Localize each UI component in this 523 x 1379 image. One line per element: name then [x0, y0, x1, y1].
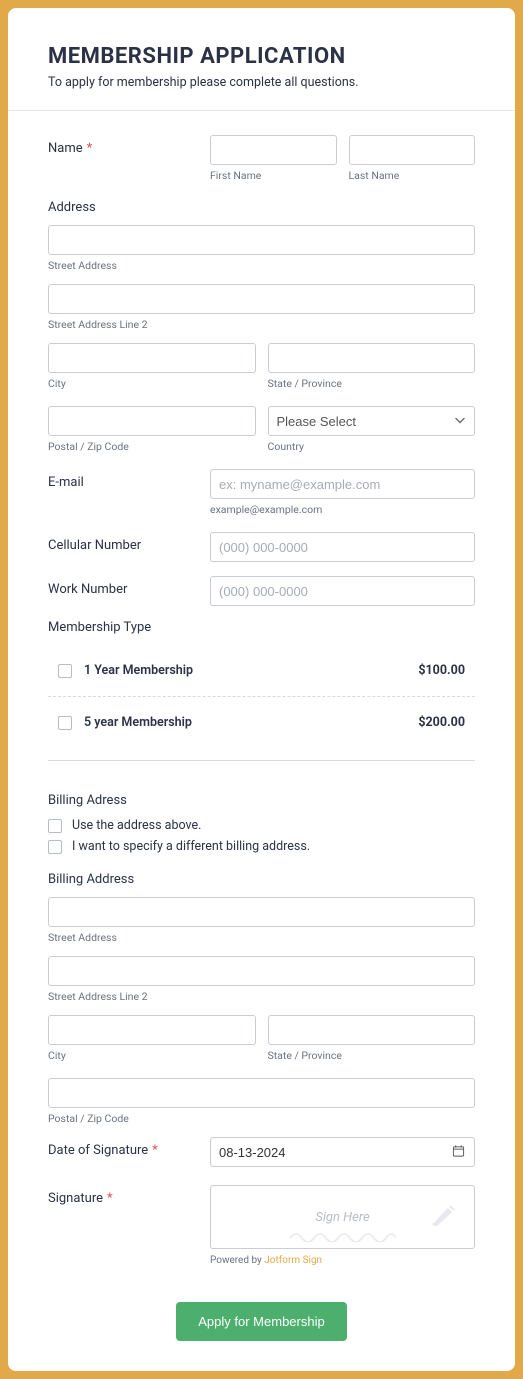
option-label: 1 Year Membership [84, 663, 193, 678]
state-sublabel: State / Province [268, 377, 476, 390]
city-sublabel: City [48, 377, 256, 390]
divider [48, 760, 475, 761]
work-label: Work Number [48, 576, 210, 606]
street-sublabel: Street Address [48, 259, 475, 272]
street2-sublabel: Street Address Line 2 [48, 318, 475, 331]
billing-postal-input[interactable] [48, 1078, 475, 1108]
squiggle-icon [288, 1228, 398, 1242]
cellular-input[interactable] [210, 532, 475, 562]
email-sublabel: example@example.com [210, 503, 475, 516]
checkbox-icon[interactable] [58, 716, 72, 730]
billing-postal-sublabel: Postal / Zip Code [48, 1112, 475, 1125]
state-input[interactable] [268, 343, 476, 373]
apply-button[interactable]: Apply for Membership [176, 1302, 346, 1341]
page-subtitle: To apply for membership please complete … [48, 75, 475, 90]
first-name-sublabel: First Name [210, 169, 337, 182]
address-label: Address [48, 200, 475, 215]
membership-type-label: Membership Type [48, 620, 475, 635]
billing-use-above[interactable]: Use the address above. [48, 818, 475, 833]
last-name-sublabel: Last Name [349, 169, 476, 182]
billing-choice-label: Billing Adress [48, 793, 475, 808]
billing-specify-different[interactable]: I want to specify a different billing ad… [48, 839, 475, 854]
signature-placeholder: Sign Here [315, 1210, 369, 1225]
pen-icon [430, 1204, 456, 1230]
work-input[interactable] [210, 576, 475, 606]
email-label: E-mail [48, 469, 210, 528]
checkbox-label: I want to specify a different billing ad… [72, 839, 310, 854]
checkbox-icon[interactable] [58, 664, 72, 678]
billing-city-sublabel: City [48, 1049, 256, 1062]
option-price: $200.00 [418, 715, 465, 730]
postal-sublabel: Postal / Zip Code [48, 440, 256, 453]
billing-street-input[interactable] [48, 897, 475, 927]
membership-option[interactable]: 5 year Membership $200.00 [48, 697, 475, 748]
membership-option[interactable]: 1 Year Membership $100.00 [48, 645, 475, 696]
cellular-label: Cellular Number [48, 532, 210, 562]
street-input[interactable] [48, 225, 475, 255]
checkbox-label: Use the address above. [72, 818, 201, 833]
billing-street2-sublabel: Street Address Line 2 [48, 990, 475, 1003]
option-price: $100.00 [418, 663, 465, 678]
billing-city-input[interactable] [48, 1015, 256, 1045]
postal-input[interactable] [48, 406, 256, 436]
name-label: Name [48, 141, 83, 156]
country-sublabel: Country [268, 440, 476, 453]
signature-pad[interactable]: Sign Here [210, 1185, 475, 1249]
email-input[interactable] [210, 469, 475, 499]
required-asterisk: * [152, 1143, 158, 1158]
first-name-input[interactable] [210, 135, 337, 165]
page-title: MEMBERSHIP APPLICATION [48, 44, 475, 69]
date-label: Date of Signature [48, 1143, 148, 1158]
date-input[interactable] [210, 1137, 475, 1167]
billing-state-sublabel: State / Province [268, 1049, 476, 1062]
checkbox-icon[interactable] [48, 840, 62, 854]
required-asterisk: * [87, 141, 93, 156]
country-select[interactable]: Please Select [268, 406, 476, 436]
powered-by-text: Powered by Jotform Sign [210, 1255, 475, 1266]
city-input[interactable] [48, 343, 256, 373]
checkbox-icon[interactable] [48, 819, 62, 833]
street2-input[interactable] [48, 284, 475, 314]
billing-street-sublabel: Street Address [48, 931, 475, 944]
signature-label: Signature [48, 1191, 103, 1206]
billing-street2-input[interactable] [48, 956, 475, 986]
billing-address-label: Billing Address [48, 872, 475, 887]
required-asterisk: * [107, 1191, 113, 1206]
billing-state-input[interactable] [268, 1015, 476, 1045]
jotform-sign-link[interactable]: Jotform Sign [264, 1255, 322, 1266]
option-label: 5 year Membership [84, 715, 192, 730]
last-name-input[interactable] [349, 135, 476, 165]
